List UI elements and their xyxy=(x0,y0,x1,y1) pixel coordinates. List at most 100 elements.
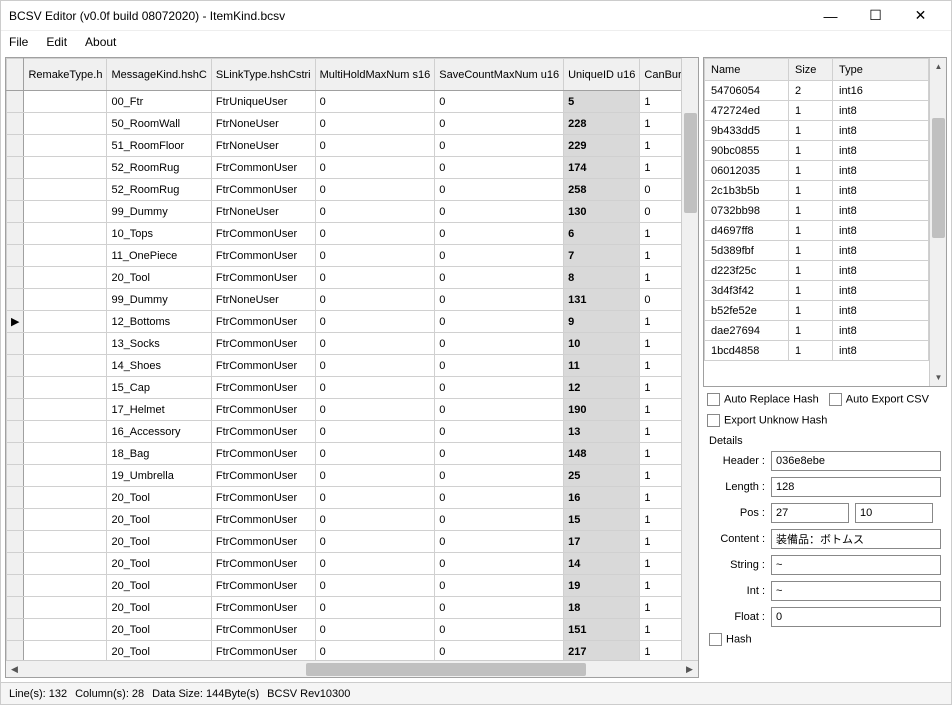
cell[interactable]: FtrCommonUser xyxy=(211,399,315,421)
table-row[interactable]: 20_ToolFtrCommonUser00161 xyxy=(7,487,682,509)
table-row[interactable]: 20_ToolFtrCommonUser002171 xyxy=(7,641,682,661)
cell[interactable]: dae27694 xyxy=(705,321,789,341)
cell[interactable]: 1 xyxy=(640,333,681,355)
cell[interactable]: 0 xyxy=(435,333,564,355)
cell[interactable]: 0 xyxy=(315,311,435,333)
cell[interactable] xyxy=(24,311,107,333)
cell[interactable]: 1 xyxy=(640,443,681,465)
cell[interactable] xyxy=(24,135,107,157)
cell[interactable]: 0 xyxy=(435,465,564,487)
cell[interactable]: 0 xyxy=(435,311,564,333)
cell[interactable]: 18 xyxy=(564,597,640,619)
cell[interactable]: FtrCommonUser xyxy=(211,245,315,267)
cell[interactable]: 0 xyxy=(315,267,435,289)
cell[interactable] xyxy=(24,641,107,661)
table-row[interactable]: 9b433dd51int8 xyxy=(705,121,929,141)
row-header[interactable] xyxy=(7,223,24,245)
cell[interactable] xyxy=(24,179,107,201)
cell[interactable]: 1 xyxy=(640,245,681,267)
table-row[interactable]: 20_ToolFtrCommonUser00191 xyxy=(7,575,682,597)
cell[interactable]: 0 xyxy=(315,421,435,443)
cell[interactable]: 0 xyxy=(315,333,435,355)
cell[interactable]: 12 xyxy=(564,377,640,399)
table-row[interactable]: d223f25c1int8 xyxy=(705,261,929,281)
table-row[interactable]: b52fe52e1int8 xyxy=(705,301,929,321)
cell[interactable]: 0 xyxy=(435,179,564,201)
cell[interactable]: 1 xyxy=(640,267,681,289)
cell[interactable]: 0 xyxy=(315,597,435,619)
table-row[interactable]: 90bc08551int8 xyxy=(705,141,929,161)
cell[interactable]: 20_Tool xyxy=(107,575,211,597)
cell[interactable]: 130 xyxy=(564,201,640,223)
cell[interactable]: 1 xyxy=(640,619,681,641)
table-row[interactable]: 3d4f3f421int8 xyxy=(705,281,929,301)
cell[interactable]: 0 xyxy=(435,245,564,267)
table-row[interactable]: 20_ToolFtrCommonUser00141 xyxy=(7,553,682,575)
close-button[interactable]: ✕ xyxy=(898,2,943,30)
cell[interactable]: 0 xyxy=(315,641,435,661)
cell[interactable]: 0 xyxy=(435,113,564,135)
cell[interactable]: 06012035 xyxy=(705,161,789,181)
scroll-up-icon[interactable]: ▲ xyxy=(930,58,947,75)
cell[interactable]: 1 xyxy=(640,355,681,377)
cell[interactable]: 0 xyxy=(315,355,435,377)
side-grid[interactable]: NameSizeType 547060542int16472724ed1int8… xyxy=(704,58,929,361)
cell[interactable]: FtrCommonUser xyxy=(211,333,315,355)
cell[interactable]: 1 xyxy=(640,641,681,661)
cell[interactable]: FtrNoneUser xyxy=(211,113,315,135)
cell[interactable]: 20_Tool xyxy=(107,641,211,661)
cell[interactable]: 0 xyxy=(640,201,681,223)
cell[interactable]: 9b433dd5 xyxy=(705,121,789,141)
cell[interactable]: 1 xyxy=(789,341,833,361)
table-row[interactable]: dae276941int8 xyxy=(705,321,929,341)
cell[interactable]: d4697ff8 xyxy=(705,221,789,241)
cell[interactable]: 0 xyxy=(315,553,435,575)
cell[interactable]: int8 xyxy=(833,261,929,281)
row-header[interactable] xyxy=(7,421,24,443)
cell[interactable] xyxy=(24,465,107,487)
cell[interactable]: 1 xyxy=(640,311,681,333)
main-hscroll[interactable]: ◀ ▶ xyxy=(6,660,698,677)
row-header[interactable] xyxy=(7,179,24,201)
cell[interactable] xyxy=(24,597,107,619)
cell[interactable]: FtrUniqueUser xyxy=(211,91,315,113)
row-header[interactable] xyxy=(7,355,24,377)
row-header[interactable] xyxy=(7,553,24,575)
cell[interactable]: 0 xyxy=(640,179,681,201)
row-header[interactable] xyxy=(7,289,24,311)
cell[interactable]: FtrCommonUser xyxy=(211,641,315,661)
cell[interactable]: 10_Tops xyxy=(107,223,211,245)
cell[interactable]: 0 xyxy=(435,223,564,245)
cell[interactable]: 0 xyxy=(435,531,564,553)
cell[interactable]: 0 xyxy=(640,289,681,311)
cell[interactable]: 52_RoomRug xyxy=(107,157,211,179)
cell[interactable]: 1 xyxy=(640,465,681,487)
table-row[interactable]: 20_ToolFtrCommonUser0081 xyxy=(7,267,682,289)
cell[interactable]: 151 xyxy=(564,619,640,641)
cell[interactable]: 25 xyxy=(564,465,640,487)
row-header[interactable] xyxy=(7,201,24,223)
cell[interactable]: 0 xyxy=(315,619,435,641)
pos1-input[interactable] xyxy=(771,503,849,523)
cell[interactable]: 0 xyxy=(435,575,564,597)
row-header[interactable] xyxy=(7,399,24,421)
cell[interactable]: 0 xyxy=(315,377,435,399)
cell[interactable] xyxy=(24,575,107,597)
side-col-header[interactable]: Type xyxy=(833,59,929,81)
cell[interactable]: 1 xyxy=(789,281,833,301)
cell[interactable]: FtrCommonUser xyxy=(211,531,315,553)
cell[interactable]: 1 xyxy=(789,181,833,201)
cell[interactable]: 1 xyxy=(640,91,681,113)
main-col-header[interactable]: SLinkType.hshCstri xyxy=(211,59,315,91)
cell[interactable]: 52_RoomRug xyxy=(107,179,211,201)
cell[interactable]: 15_Cap xyxy=(107,377,211,399)
cell[interactable]: b52fe52e xyxy=(705,301,789,321)
cell[interactable]: 1 xyxy=(640,531,681,553)
cell[interactable]: 1 xyxy=(640,223,681,245)
cell[interactable]: 0 xyxy=(435,157,564,179)
cell[interactable] xyxy=(24,355,107,377)
main-grid[interactable]: RemakeType.hMessageKind.hshCSLinkType.hs… xyxy=(6,58,681,660)
cell[interactable] xyxy=(24,553,107,575)
cell[interactable]: 0 xyxy=(315,245,435,267)
cell[interactable]: 0 xyxy=(315,509,435,531)
